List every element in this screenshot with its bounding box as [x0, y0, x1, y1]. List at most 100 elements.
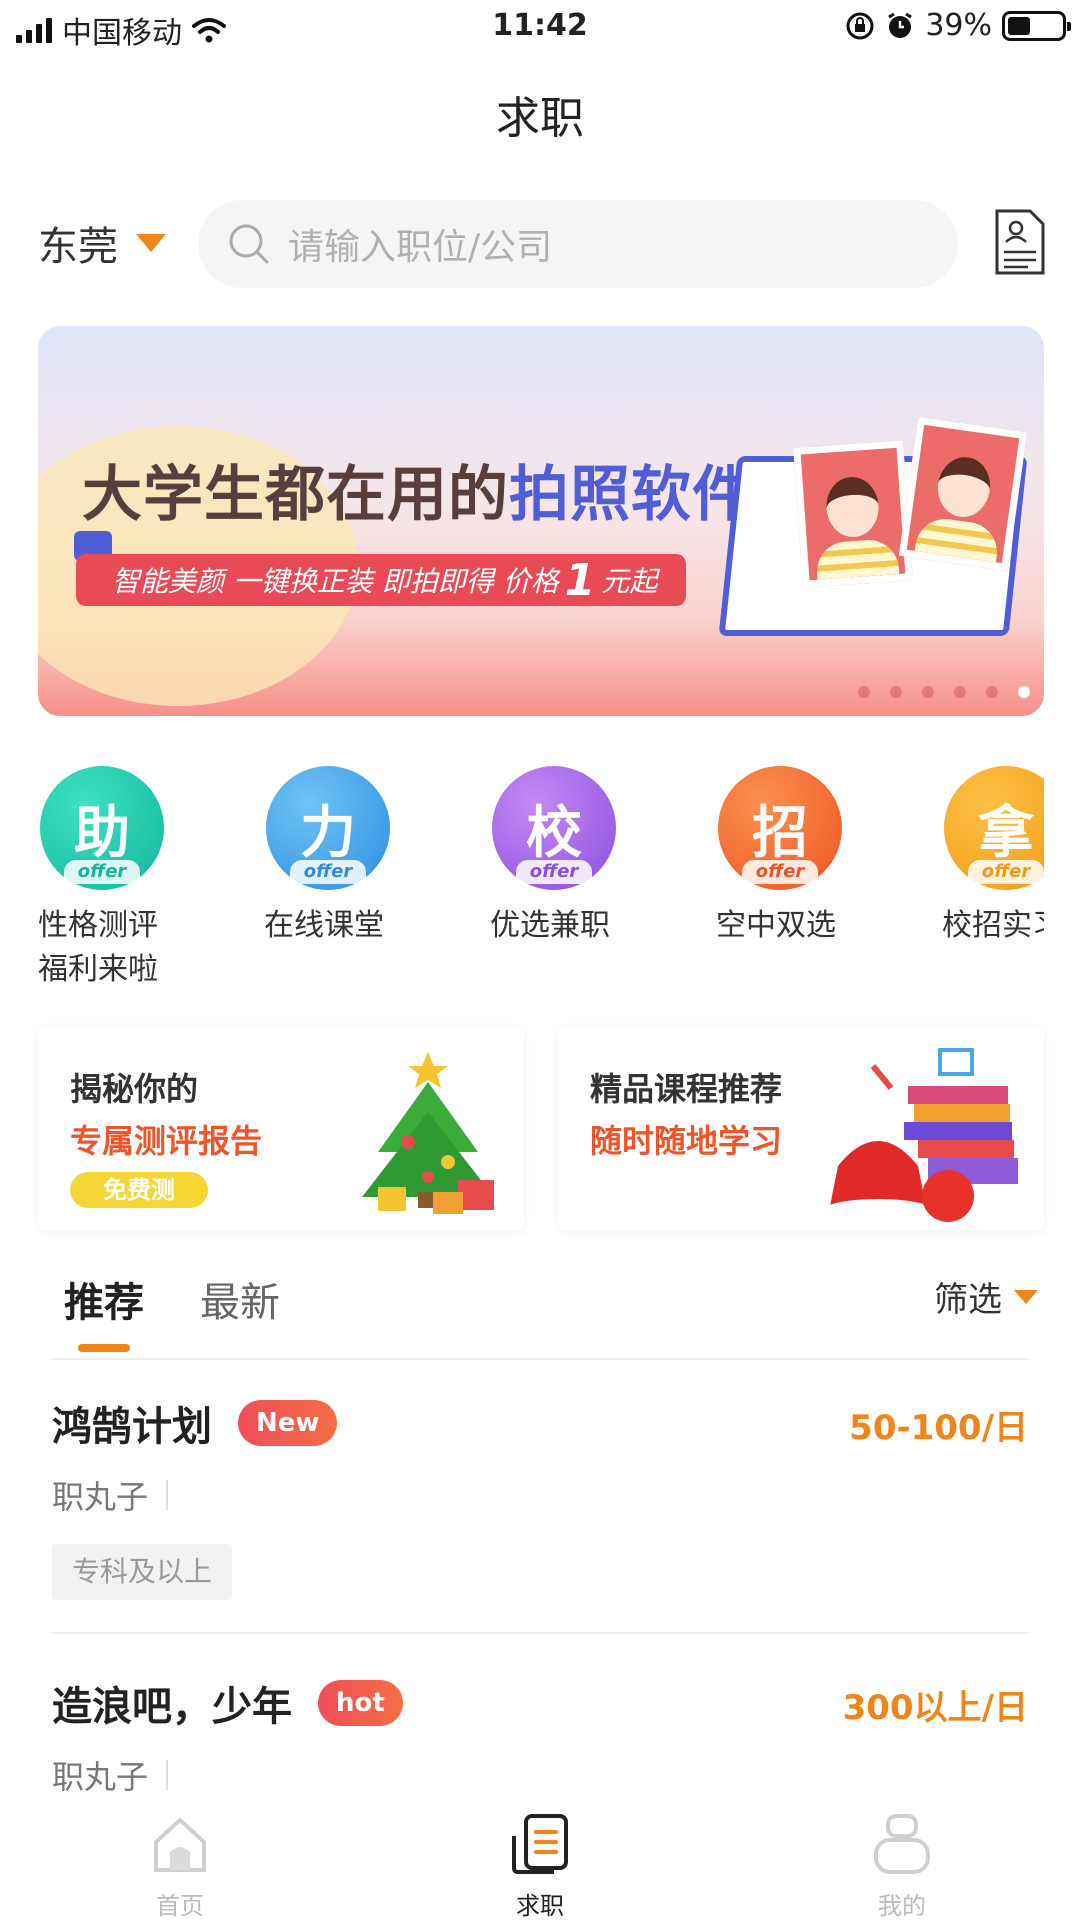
pagination-dot[interactable]	[1018, 686, 1030, 698]
jobs-icon	[512, 1814, 568, 1874]
category-label-line: 在线课堂	[264, 908, 384, 943]
status-bar: 中国移动 11:42 39%	[0, 0, 1080, 54]
dropdown-triangle-icon	[136, 234, 166, 252]
search-input[interactable]: 请输入职位/公司	[198, 200, 958, 288]
card-highlight: 随时随地学习	[590, 1122, 783, 1160]
offer-tag: offer	[742, 860, 818, 884]
pagination-dot[interactable]	[890, 686, 902, 698]
category-glyph: 力	[300, 800, 356, 866]
category-label-line: 空中双选	[716, 908, 836, 943]
resume-icon[interactable]	[994, 208, 1046, 276]
home-icon	[154, 1818, 206, 1872]
job-title: 鸿鹄计划	[52, 1404, 212, 1450]
pagination-dot[interactable]	[986, 686, 998, 698]
category-label-line: 校招实习	[942, 908, 1044, 943]
job-requirement-tag: 专科及以上	[52, 1544, 233, 1600]
category-icon: 力 offer	[266, 766, 390, 890]
nav-profile[interactable]: 我的	[822, 1812, 982, 1920]
nav-jobs[interactable]: 求职	[460, 1812, 620, 1920]
banner-sub-part1: 智能美颜 一键换正装 即拍即得 价格	[112, 565, 559, 598]
category-item[interactable]: 力 offer 在线课堂	[264, 766, 464, 948]
card-highlight: 专属测评报告	[70, 1122, 263, 1160]
banner-pagination	[858, 686, 1030, 698]
nav-jobs-label: 求职	[516, 1892, 564, 1920]
category-icon: 拿 offer	[944, 766, 1044, 890]
category-glyph: 校	[526, 800, 582, 866]
filter-dropdown-icon	[1014, 1289, 1038, 1304]
filter-label: 筛选	[934, 1280, 1002, 1320]
category-icon: 校 offer	[492, 766, 616, 890]
page-title: 求职	[496, 93, 584, 144]
offer-tag: offer	[64, 860, 140, 884]
card-title: 揭秘你的	[70, 1070, 199, 1108]
hot-badge: hot	[318, 1680, 403, 1726]
active-tab-indicator	[78, 1344, 130, 1352]
job-company: 职丸子	[52, 1758, 149, 1796]
portrait-photo-illustration	[898, 417, 1028, 571]
category-item[interactable]: 助 offer 性格测评 福利来啦	[38, 766, 238, 992]
category-label: 在线课堂	[264, 904, 464, 948]
battery-percent: 39%	[925, 8, 992, 43]
course-recommend-card[interactable]: 精品课程推荐 随时随地学习	[558, 1026, 1044, 1230]
offer-tag: offer	[516, 860, 592, 884]
job-company-row: 职丸子	[52, 1752, 169, 1798]
category-label: 性格测评 福利来啦	[38, 904, 238, 992]
list-divider	[52, 1632, 1028, 1634]
job-title: 造浪吧，少年	[52, 1684, 292, 1730]
books-santa-illustration	[822, 1048, 1018, 1223]
job-pay: 300以上/日	[842, 1688, 1028, 1728]
category-label: 优选兼职	[490, 904, 690, 948]
category-item[interactable]: 校 offer 优选兼职	[490, 766, 690, 948]
category-label: 校招实习	[942, 904, 1044, 948]
banner-headline-part1: 大学生都在用的	[82, 460, 509, 530]
banner-headline-part2: 拍照软件	[509, 460, 753, 530]
category-label: 空中双选	[716, 904, 916, 948]
job-tabs: 推荐 最新 筛选	[52, 1260, 1038, 1360]
category-glyph: 拿	[978, 800, 1034, 866]
promo-banner[interactable]: 大学生都在用的拍照软件 智能美颜 一键换正装 即拍即得 价格 1 元起	[38, 326, 1044, 716]
job-title-row: 造浪吧，少年 hot	[52, 1674, 403, 1732]
card-title: 精品课程推荐	[590, 1070, 783, 1108]
category-glyph: 助	[74, 800, 130, 866]
category-icon: 助 offer	[40, 766, 164, 890]
free-test-pill: 免费测	[70, 1172, 208, 1208]
separator	[166, 1480, 169, 1510]
search-placeholder: 请输入职位/公司	[288, 227, 553, 268]
job-pay: 50-100/日	[849, 1408, 1028, 1448]
category-item[interactable]: 拿offer 校招实习	[942, 766, 1044, 948]
category-item[interactable]: 招 offer 空中双选	[716, 766, 916, 948]
banner-headline: 大学生都在用的拍照软件	[82, 446, 753, 533]
job-title-row: 鸿鹄计划 New	[52, 1394, 338, 1452]
alarm-icon	[888, 12, 913, 38]
assessment-report-card[interactable]: 揭秘你的 专属测评报告 免费测	[38, 1026, 524, 1230]
job-company-row: 职丸子	[52, 1472, 169, 1518]
banner-sub-part2: 元起	[601, 565, 658, 598]
pagination-dot[interactable]	[858, 686, 870, 698]
pagination-dot[interactable]	[922, 686, 934, 698]
separator	[166, 1760, 169, 1790]
profile-icon	[874, 1814, 930, 1874]
nav-home[interactable]: 首页	[100, 1812, 260, 1920]
category-label-line: 优选兼职	[490, 908, 610, 943]
rotation-lock-icon	[846, 12, 874, 39]
new-badge: New	[238, 1400, 338, 1446]
category-label-line: 福利来啦	[38, 952, 158, 987]
filter-button[interactable]: 筛选	[934, 1272, 1038, 1321]
offer-tag: offer	[968, 860, 1044, 884]
category-glyph: 招	[752, 800, 808, 866]
bottom-nav: 首页 求职 我的	[0, 1800, 1080, 1920]
status-right: 39%	[845, 8, 1071, 43]
search-icon	[229, 224, 269, 264]
portrait-photo-illustration	[793, 440, 913, 588]
tab-latest[interactable]: 最新	[200, 1270, 280, 1328]
offer-tag: offer	[290, 860, 366, 884]
battery-icon	[1002, 10, 1071, 41]
job-company: 职丸子	[52, 1478, 149, 1516]
pagination-dot[interactable]	[954, 686, 966, 698]
nav-profile-label: 我的	[878, 1892, 926, 1920]
banner-sub-price: 1	[564, 554, 596, 606]
category-icon: 招 offer	[718, 766, 842, 890]
city-selector[interactable]: 东莞	[38, 214, 166, 272]
category-row: 助 offer 性格测评 福利来啦力 offer 在线课堂校 offer 优选兼职招 offer…	[0, 766, 1044, 996]
tab-recommended[interactable]: 推荐	[64, 1270, 144, 1328]
